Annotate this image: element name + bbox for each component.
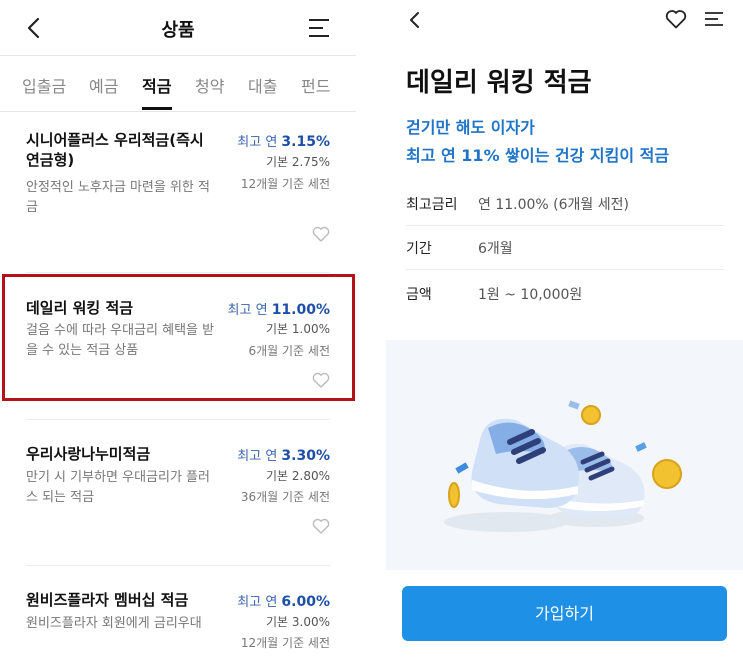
rate-prefix: 최고 연 xyxy=(237,595,278,610)
rate-prefix: 최고 연 xyxy=(237,135,278,150)
max-rate: 최고 연 3.30% xyxy=(237,445,330,464)
menu-icon[interactable] xyxy=(704,10,724,28)
product-desc: 만기 시 기부하면 우대금리가 플러스 되는 적금 xyxy=(26,470,210,505)
tab-deposit-withdraw[interactable]: 입출금 xyxy=(22,73,66,97)
product-list-screen: 상품 입출금 예금 적금 청약 대출 펀드 시니어플러스 우리적금(즉시연금형)… xyxy=(0,0,356,657)
info-value: 6개월 xyxy=(478,241,513,257)
heart-icon[interactable] xyxy=(312,518,330,534)
info-label: 기간 xyxy=(406,241,432,257)
list-item[interactable]: 우리사랑나누미적금 만기 시 기부하면 우대금리가 플러스 되는 적금 최고 연… xyxy=(0,420,356,565)
info-value: 연 11.00% (6개월 세전) xyxy=(478,197,629,213)
product-name: 시니어플러스 우리적금(즉시연금형) xyxy=(26,131,204,169)
join-button[interactable]: 가입하기 xyxy=(402,586,727,641)
product-desc: 원비즈플라자 회원에게 금리우대 xyxy=(26,616,202,631)
info-value: 1원 ~ 10,000원 xyxy=(478,287,583,303)
rate-term: 12개월 기준 세전 xyxy=(240,177,330,191)
rate-prefix: 최고 연 xyxy=(237,449,278,464)
subtitle-line2: 최고 연 11% 쌓이는 건강 지킴이 적금 xyxy=(406,146,670,165)
info-label: 최고금리 xyxy=(406,197,458,213)
base-rate: 기본 2.75% xyxy=(265,155,330,169)
product-title: 데일리 워킹 적금 xyxy=(406,68,592,98)
info-row-max-rate: 최고금리 연 11.00% (6개월 세전) xyxy=(406,182,724,226)
rate-term: 36개월 기준 세전 xyxy=(240,490,330,504)
page-title: 상품 xyxy=(161,20,195,41)
info-row-amount: 금액 1원 ~ 10,000원 xyxy=(406,272,724,316)
info-row-period: 기간 6개월 xyxy=(406,226,724,270)
list-item[interactable]: 원비즈플라자 멤버십 적금 원비즈플라자 회원에게 금리우대 최고 연 6.00… xyxy=(0,566,356,657)
product-name: 우리사랑나누미적금 xyxy=(26,445,151,463)
product-detail-screen: 데일리 워킹 적금 걷기만 해도 이자가 최고 연 11% 쌓이는 건강 지킴이… xyxy=(386,0,743,657)
rate-value: 3.15% xyxy=(281,134,330,150)
shoes-illustration xyxy=(386,340,743,570)
rate-value: 3.30% xyxy=(281,448,330,464)
product-desc: 안정적인 노후자금 마련을 위한 적금 xyxy=(26,180,210,215)
heart-icon[interactable] xyxy=(665,9,687,29)
selection-highlight xyxy=(2,274,355,401)
tab-deposit[interactable]: 예금 xyxy=(89,73,118,97)
rate-term: 12개월 기준 세전 xyxy=(240,636,330,650)
menu-icon[interactable] xyxy=(306,16,332,40)
tab-loan[interactable]: 대출 xyxy=(248,73,277,97)
rate-value: 6.00% xyxy=(281,594,330,610)
product-name: 원비즈플라자 멤버십 적금 xyxy=(26,591,189,609)
back-icon[interactable] xyxy=(406,10,424,30)
list-item[interactable]: 시니어플러스 우리적금(즉시연금형) 안정적인 노후자금 마련을 위한 적금 최… xyxy=(0,112,356,272)
base-rate: 기본 2.80% xyxy=(265,469,330,483)
max-rate: 최고 연 6.00% xyxy=(237,591,330,610)
divider xyxy=(26,272,330,273)
info-label: 금액 xyxy=(406,287,432,303)
header: 상품 xyxy=(0,0,356,56)
subtitle-line1: 걷기만 해도 이자가 xyxy=(406,118,535,137)
max-rate: 최고 연 3.15% xyxy=(237,131,330,150)
category-tabs: 입출금 예금 적금 청약 대출 펀드 xyxy=(0,56,356,112)
tab-fund[interactable]: 펀드 xyxy=(301,73,330,97)
base-rate: 기본 3.00% xyxy=(265,615,330,629)
heart-icon[interactable] xyxy=(312,226,330,242)
active-tab-indicator xyxy=(142,107,172,110)
tab-savings[interactable]: 적금 xyxy=(142,73,171,97)
tab-subscription[interactable]: 청약 xyxy=(195,73,224,97)
